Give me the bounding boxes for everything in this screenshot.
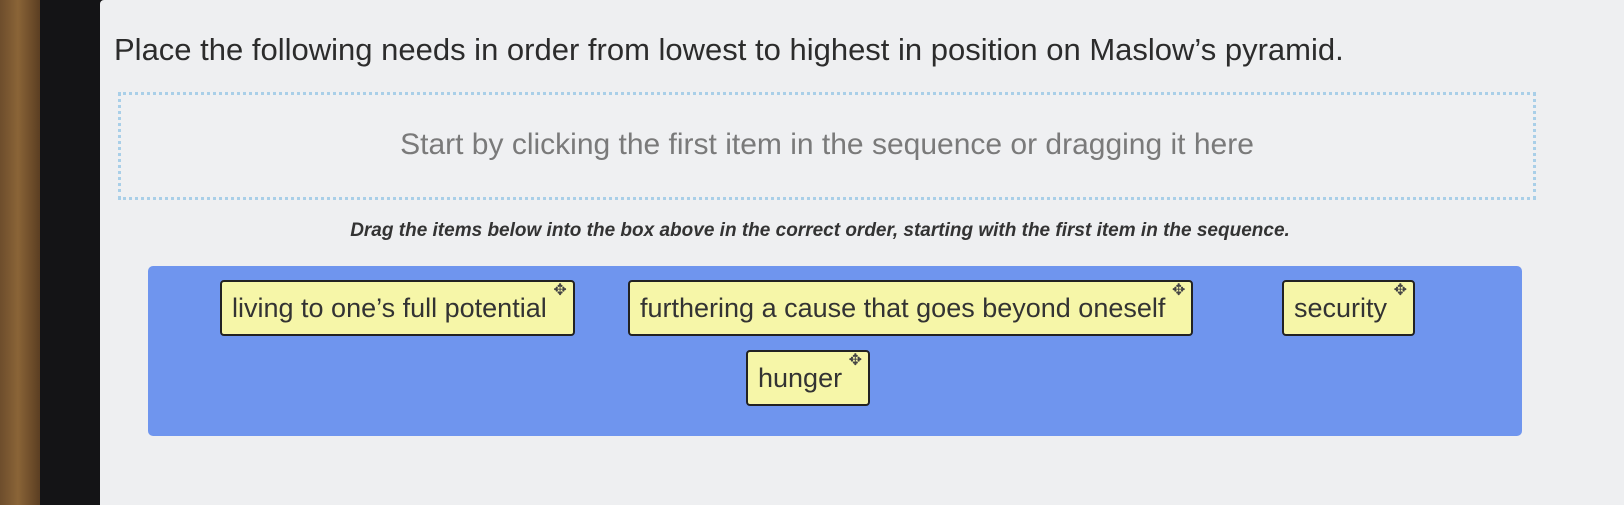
move-handle-icon: ✥ <box>848 352 863 369</box>
drag-instructions: Drag the items below into the box above … <box>350 220 1290 241</box>
desk-edge <box>0 0 40 505</box>
sequence-drop-zone[interactable]: Start by clicking the first item in the … <box>118 92 1536 200</box>
draggable-item-security[interactable]: security ✥ <box>1282 280 1416 336</box>
item-palette: living to one’s full potential ✥ further… <box>148 266 1522 436</box>
move-handle-icon: ✥ <box>1393 282 1408 299</box>
drop-zone-placeholder: Start by clicking the first item in the … <box>400 128 1254 161</box>
draggable-item-furthering-a-cause[interactable]: furthering a cause that goes beyond ones… <box>628 280 1194 336</box>
item-label: hunger <box>758 363 843 393</box>
screen: Place the following needs in order from … <box>100 0 1624 505</box>
draggable-item-living-to-full-potential[interactable]: living to one’s full potential ✥ <box>220 280 575 336</box>
monitor-bezel <box>40 0 106 505</box>
item-label: furthering a cause that goes beyond ones… <box>640 293 1166 323</box>
item-label: security <box>1294 293 1388 323</box>
draggable-item-hunger[interactable]: hunger ✥ <box>746 350 871 406</box>
item-label: living to one’s full potential <box>232 293 547 323</box>
move-handle-icon: ✥ <box>1171 282 1186 299</box>
question-prompt: Place the following needs in order from … <box>114 32 1344 67</box>
move-handle-icon: ✥ <box>553 282 567 299</box>
